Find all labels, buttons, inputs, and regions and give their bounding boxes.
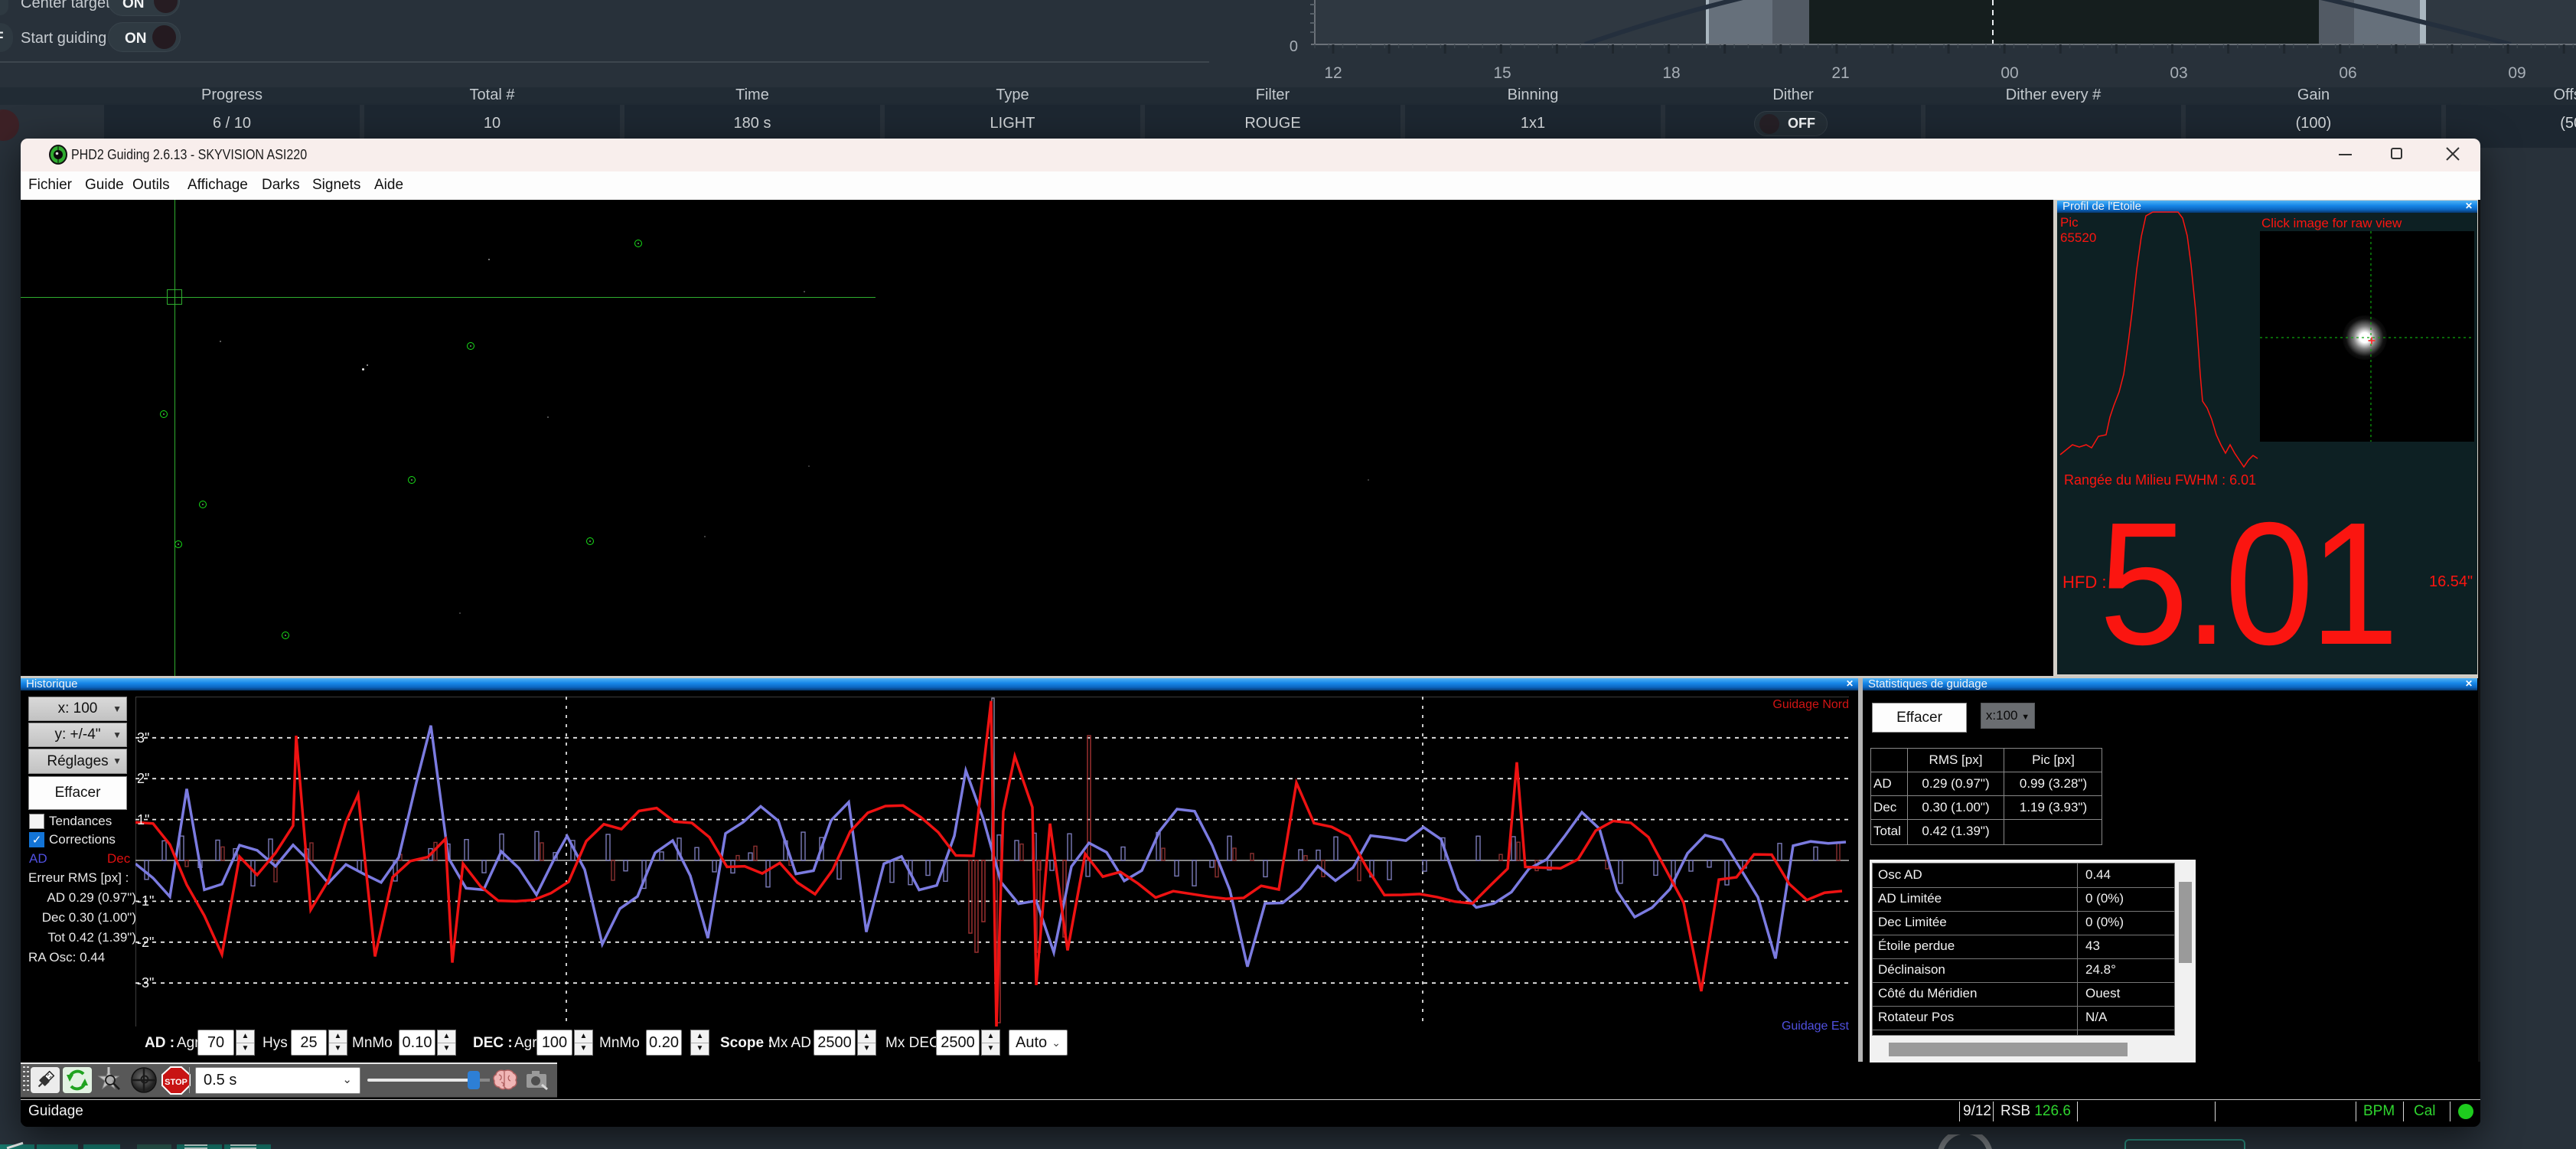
svg-text:STOP: STOP: [165, 1078, 187, 1087]
